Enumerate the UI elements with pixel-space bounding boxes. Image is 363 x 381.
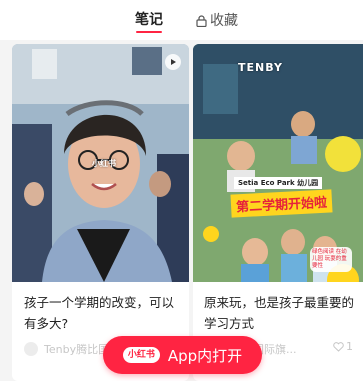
author-name: Tenby腾比国	[44, 343, 110, 356]
note-card[interactable]: 小红书 孩子一个学期的改变，可以有多大? Tenby腾比国	[12, 44, 189, 381]
school-subtitle: Setia Eco Park 幼儿园	[234, 177, 323, 189]
open-in-app-button[interactable]: 小红书 App内打开	[103, 336, 262, 374]
tab-active-indicator	[136, 31, 162, 33]
like-count-value: 1	[346, 340, 353, 353]
note-thumbnail: 小红书	[12, 44, 189, 282]
watermark: 小红书	[92, 159, 116, 168]
note-title: 原来玩，也是孩子最重要的学习方式	[204, 295, 355, 331]
video-icon	[165, 54, 181, 70]
tab-favorites[interactable]: 收藏	[196, 10, 238, 32]
like-count[interactable]: 1	[333, 340, 353, 353]
note-thumbnail: TENBY Setia Eco Park 幼儿园 第二学期开始啦 绿色阅读 在幼…	[193, 44, 363, 282]
heart-icon	[333, 341, 344, 352]
speech-bubble: 绿色阅读 在幼儿园 玩耍的重要性	[310, 247, 352, 272]
avatar	[24, 342, 38, 356]
note-card[interactable]: TENBY Setia Eco Park 幼儿园 第二学期开始啦 绿色阅读 在幼…	[193, 44, 363, 381]
tab-notes[interactable]: 笔记	[135, 10, 163, 32]
note-title: 孩子一个学期的改变，可以有多大?	[24, 295, 175, 331]
school-logo-text: TENBY	[238, 61, 283, 74]
author-row: 国际旗...	[253, 340, 343, 358]
open-in-app-label: App内打开	[167, 346, 243, 365]
xiaohongshu-logo: 小红书	[122, 347, 160, 363]
lock-icon	[196, 15, 207, 27]
tab-favorites-label: 收藏	[210, 13, 238, 29]
tab-bar: 笔记 收藏	[0, 0, 363, 40]
